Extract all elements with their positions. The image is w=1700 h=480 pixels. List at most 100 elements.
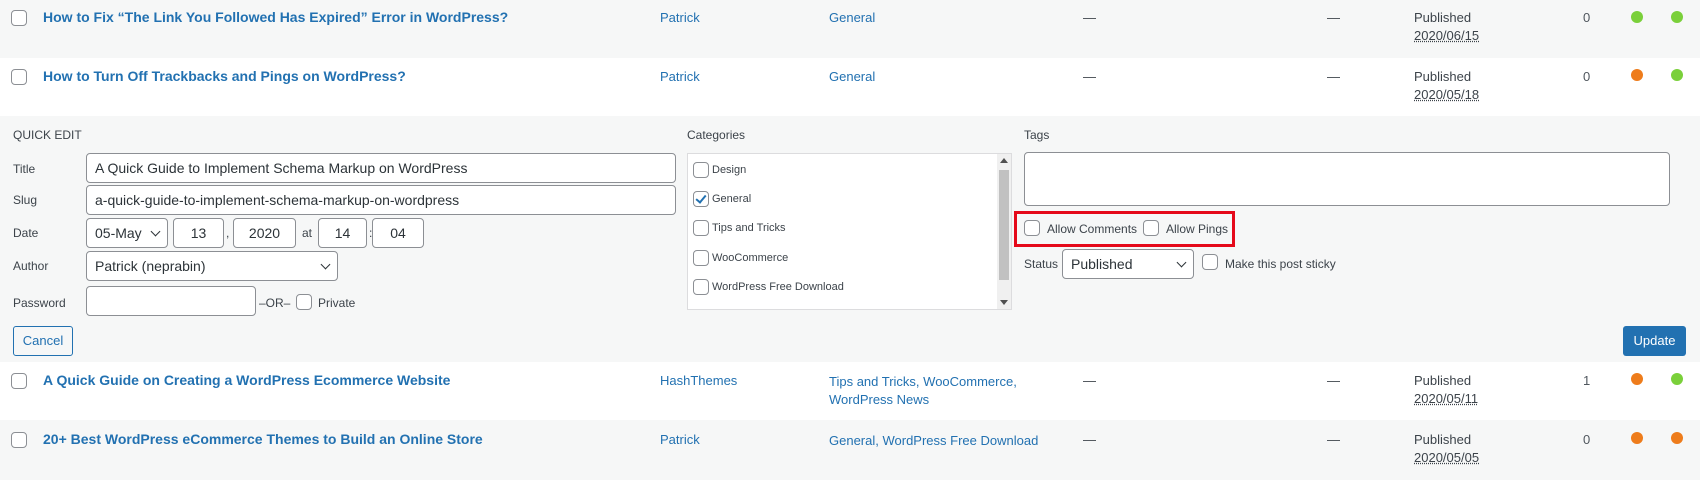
update-button[interactable]: Update: [1623, 326, 1686, 356]
hour-input[interactable]: 14: [318, 218, 367, 248]
allow-pings-checkbox[interactable]: [1143, 220, 1159, 236]
slug-label: Slug: [13, 193, 38, 207]
status-text: Published: [1414, 373, 1472, 388]
sticky-checkbox[interactable]: [1202, 254, 1218, 270]
status-text: Published: [1414, 69, 1472, 84]
status-select[interactable]: Published: [1062, 249, 1194, 279]
readability-score-dot: [1671, 373, 1683, 385]
title-input[interactable]: A Quick Guide to Implement Schema Markup…: [86, 153, 676, 183]
minute-input[interactable]: 04: [372, 218, 424, 248]
category-item-general[interactable]: General: [693, 191, 751, 207]
post-categories-link[interactable]: General, WordPress Free Download: [829, 432, 1038, 450]
chevron-down-icon: [320, 259, 331, 270]
year-input[interactable]: 2020: [233, 218, 296, 248]
comment-count[interactable]: 1: [1583, 373, 1590, 388]
category-label: WordPress Free Download: [712, 280, 844, 293]
post-author-link[interactable]: Patrick: [660, 432, 700, 447]
category-item-woocommerce[interactable]: WooCommerce: [693, 250, 788, 266]
tags-textarea[interactable]: [1024, 152, 1670, 206]
slug-input[interactable]: a-quick-guide-to-implement-schema-markup…: [86, 185, 676, 215]
category-checkbox[interactable]: [693, 250, 709, 266]
category-label: Tips and Tricks: [712, 221, 786, 234]
comment-count[interactable]: 0: [1583, 432, 1590, 447]
scroll-down-arrow-icon[interactable]: [1000, 300, 1008, 305]
checkmark-icon: [695, 192, 707, 204]
table-row: A Quick Guide on Creating a WordPress Ec…: [0, 362, 1700, 420]
chevron-down-icon: [1176, 257, 1187, 268]
category-checkbox-checked[interactable]: [693, 191, 709, 207]
post-comments-placeholder: —: [1327, 69, 1340, 84]
post-categories-link[interactable]: General: [829, 69, 875, 84]
password-input[interactable]: [86, 286, 256, 316]
post-tags: —: [1083, 432, 1096, 447]
category-checkbox[interactable]: [693, 162, 709, 178]
category-checkbox[interactable]: [693, 279, 709, 295]
author-value: Patrick (neprabin): [95, 258, 206, 274]
readability-score-dot: [1671, 11, 1683, 23]
seo-score-dot: [1631, 373, 1643, 385]
author-select[interactable]: Patrick (neprabin): [86, 251, 338, 281]
post-date: 2020/05/11: [1414, 391, 1479, 406]
private-label: Private: [318, 296, 356, 310]
category-item-design[interactable]: Design: [693, 162, 746, 178]
category-item-tips-and-tricks[interactable]: Tips and Tricks: [693, 220, 786, 236]
title-label: Title: [13, 162, 36, 176]
post-title-link[interactable]: 20+ Best WordPress eCommerce Themes to B…: [43, 431, 483, 447]
seo-score-dot: [1631, 69, 1643, 81]
post-title-link[interactable]: A Quick Guide on Creating a WordPress Ec…: [43, 372, 450, 388]
month-select[interactable]: 05-May: [86, 218, 168, 248]
or-separator: –OR–: [259, 296, 291, 310]
row-select-checkbox[interactable]: [11, 69, 27, 85]
post-categories-link[interactable]: General: [829, 10, 875, 25]
readability-score-dot: [1671, 432, 1683, 444]
scroll-up-arrow-icon[interactable]: [1000, 158, 1008, 163]
table-row: How to Turn Off Trackbacks and Pings on …: [0, 58, 1700, 116]
row-select-checkbox[interactable]: [11, 432, 27, 448]
row-select-checkbox[interactable]: [11, 10, 27, 26]
comment-count[interactable]: 0: [1583, 10, 1590, 25]
category-checkbox[interactable]: [693, 220, 709, 236]
post-date: 2020/05/05: [1414, 450, 1480, 465]
cancel-button[interactable]: Cancel: [13, 326, 73, 356]
allow-comments-checkbox[interactable]: [1024, 220, 1040, 236]
post-author-link[interactable]: Patrick: [660, 10, 700, 25]
status-label: Status: [1024, 257, 1059, 271]
table-row: 20+ Best WordPress eCommerce Themes to B…: [0, 420, 1700, 480]
scrollbar-thumb[interactable]: [999, 170, 1009, 280]
day-input[interactable]: 13: [173, 218, 224, 248]
categories-line: WordPress News: [829, 392, 930, 407]
category-item-wordpress-free-download[interactable]: WordPress Free Download: [693, 279, 844, 295]
category-label: WooCommerce: [712, 251, 789, 264]
post-tags: —: [1083, 69, 1096, 84]
row-select-checkbox[interactable]: [11, 373, 27, 389]
comment-count[interactable]: 0: [1583, 69, 1590, 84]
post-comments-placeholder: —: [1327, 373, 1340, 388]
categories-line: General, WordPress Free Download: [829, 433, 1039, 448]
chevron-down-icon: [150, 226, 161, 237]
post-status: Published 2020/06/15: [1414, 9, 1479, 45]
seo-score-dot: [1631, 432, 1643, 444]
post-date: 2020/06/15: [1414, 28, 1480, 43]
private-checkbox[interactable]: [296, 294, 312, 310]
categories-line: Tips and Tricks, WooCommerce,: [829, 374, 1017, 389]
status-text: Published: [1414, 432, 1472, 447]
status-text: Published: [1414, 10, 1472, 25]
post-author-link[interactable]: Patrick: [660, 69, 700, 84]
author-label: Author: [13, 259, 49, 273]
post-status: Published 2020/05/11: [1414, 372, 1478, 408]
categories-checklist[interactable]: Design General Tips and Tricks WooCommer…: [687, 153, 1012, 310]
categories-scrollbar[interactable]: [997, 154, 1011, 309]
sticky-label: Make this post sticky: [1225, 257, 1336, 271]
category-label: General: [712, 192, 752, 205]
post-categories-link[interactable]: Tips and Tricks, WooCommerce, WordPress …: [829, 373, 1017, 409]
post-status: Published 2020/05/18: [1414, 68, 1479, 104]
quick-edit-heading: QUICK EDIT: [13, 128, 82, 142]
post-title-link[interactable]: How to Fix “The Link You Followed Has Ex…: [43, 9, 508, 25]
post-author-link[interactable]: HashThemes: [660, 373, 737, 388]
post-title-link[interactable]: How to Turn Off Trackbacks and Pings on …: [43, 68, 406, 84]
post-status: Published 2020/05/05: [1414, 431, 1479, 467]
allow-pings-label: Allow Pings: [1166, 222, 1229, 236]
date-comma: ,: [226, 226, 230, 240]
post-date: 2020/05/18: [1414, 87, 1480, 102]
tags-label: Tags: [1024, 128, 1050, 142]
